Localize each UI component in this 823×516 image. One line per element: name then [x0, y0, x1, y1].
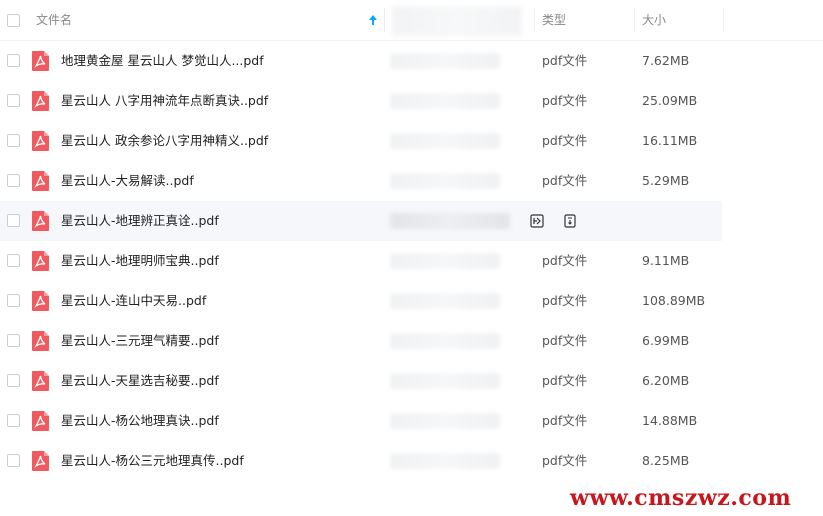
- file-type: pdf文件: [542, 253, 588, 268]
- row-checkbox[interactable]: [7, 294, 20, 307]
- row-checkbox[interactable]: [7, 254, 20, 267]
- file-name[interactable]: 星云山人-大易解读..pdf: [61, 161, 194, 201]
- row-checkbox[interactable]: [7, 94, 20, 107]
- file-row[interactable]: 星云山人-连山中天易..pdf pdf文件 108.89MB: [0, 281, 823, 321]
- file-name[interactable]: 星云山人 八字用神流年点断真诀..pdf: [61, 81, 268, 121]
- blurred-cell: [390, 413, 500, 429]
- file-type: pdf文件: [542, 53, 588, 68]
- file-name[interactable]: 星云山人-天星选吉秘要..pdf: [61, 361, 219, 401]
- select-all-checkbox[interactable]: [7, 14, 20, 27]
- download-icon[interactable]: [563, 214, 577, 228]
- file-list-header: 文件名 类型 大小: [0, 0, 823, 41]
- file-row[interactable]: 星云山人-大易解读..pdf pdf文件 5.29MB: [0, 161, 823, 201]
- pdf-file-icon: [32, 171, 49, 191]
- file-size: 6.20MB: [642, 373, 690, 388]
- file-type: pdf文件: [542, 133, 588, 148]
- pdf-file-icon: [32, 91, 49, 111]
- file-size: 9.11MB: [642, 253, 690, 268]
- blurred-cell: [390, 53, 500, 69]
- file-type: pdf文件: [542, 293, 588, 308]
- blurred-cell: [390, 133, 500, 149]
- blurred-cell: [390, 453, 500, 469]
- file-row[interactable]: 星云山人-地理明师宝典..pdf pdf文件 9.11MB: [0, 241, 823, 281]
- column-divider: [384, 8, 385, 32]
- pdf-file-icon: [32, 211, 49, 231]
- file-name[interactable]: 星云山人-杨公三元地理真传..pdf: [61, 441, 244, 481]
- file-row[interactable]: 星云山人 政余参论八字用神精义..pdf pdf文件 16.11MB: [0, 121, 823, 161]
- file-size: 16.11MB: [642, 133, 698, 148]
- file-name[interactable]: 星云山人-地理明师宝典..pdf: [61, 241, 219, 281]
- file-name[interactable]: 星云山人-连山中天易..pdf: [61, 281, 206, 321]
- file-type: pdf文件: [542, 93, 588, 108]
- pdf-file-icon: [32, 371, 49, 391]
- row-checkbox[interactable]: [7, 414, 20, 427]
- row-checkbox[interactable]: [7, 174, 20, 187]
- file-type: pdf文件: [542, 413, 588, 428]
- share-icon[interactable]: [530, 214, 544, 228]
- column-divider: [723, 8, 724, 32]
- row-checkbox[interactable]: [7, 454, 20, 467]
- file-row-hovered[interactable]: 星云山人-地理辨正真诠..pdf: [0, 201, 722, 241]
- file-row[interactable]: 星云山人-杨公三元地理真传..pdf pdf文件 8.25MB: [0, 441, 823, 481]
- blurred-cell: [390, 93, 500, 109]
- site-watermark: www.cmszwz.com: [570, 485, 792, 511]
- file-row[interactable]: 星云山人-天星选吉秘要..pdf pdf文件 6.20MB: [0, 361, 823, 401]
- file-type: pdf文件: [542, 373, 588, 388]
- row-checkbox[interactable]: [7, 374, 20, 387]
- pdf-file-icon: [32, 51, 49, 71]
- file-type: pdf文件: [542, 453, 588, 468]
- pdf-file-icon: [32, 131, 49, 151]
- file-size: 14.88MB: [642, 413, 698, 428]
- row-checkbox[interactable]: [7, 134, 20, 147]
- file-name[interactable]: 星云山人-三元理气精要..pdf: [61, 321, 219, 361]
- file-size: 7.62MB: [642, 53, 690, 68]
- sort-ascending-icon[interactable]: [368, 14, 378, 26]
- pdf-file-icon: [32, 291, 49, 311]
- pdf-file-icon: [32, 411, 49, 431]
- file-name[interactable]: 星云山人 政余参论八字用神精义..pdf: [61, 121, 268, 161]
- blurred-cell: [390, 293, 500, 309]
- blurred-cell: [390, 173, 500, 189]
- file-row[interactable]: 地理黄金屋 星云山人 梦觉山人...pdf pdf文件 7.62MB: [0, 41, 823, 81]
- file-size: 5.29MB: [642, 173, 690, 188]
- pdf-file-icon: [32, 251, 49, 271]
- file-size: 108.89MB: [642, 293, 706, 308]
- file-row[interactable]: 星云山人 八字用神流年点断真诀..pdf pdf文件 25.09MB: [0, 81, 823, 121]
- file-row[interactable]: 星云山人-三元理气精要..pdf pdf文件 6.99MB: [0, 321, 823, 361]
- file-type: pdf文件: [542, 173, 588, 188]
- file-size: 8.25MB: [642, 453, 690, 468]
- file-type: pdf文件: [542, 333, 588, 348]
- file-name[interactable]: 星云山人-杨公地理真诀..pdf: [61, 401, 219, 441]
- column-header-name[interactable]: 文件名: [36, 0, 72, 40]
- column-header-size[interactable]: 大小: [642, 0, 666, 40]
- blurred-cell: [390, 333, 500, 349]
- blurred-column-header: [392, 6, 522, 36]
- blurred-cell: [390, 373, 500, 389]
- pdf-file-icon: [32, 331, 49, 351]
- file-size: 25.09MB: [642, 93, 698, 108]
- row-checkbox[interactable]: [7, 334, 20, 347]
- blurred-cell: [390, 253, 500, 269]
- file-name[interactable]: 地理黄金屋 星云山人 梦觉山人...pdf: [61, 41, 264, 81]
- column-divider: [634, 8, 635, 32]
- column-header-type[interactable]: 类型: [542, 0, 566, 40]
- column-divider: [534, 8, 535, 32]
- file-row[interactable]: 星云山人-杨公地理真诀..pdf pdf文件 14.88MB: [0, 401, 823, 441]
- file-size: 6.99MB: [642, 333, 690, 348]
- pdf-file-icon: [32, 451, 49, 471]
- row-checkbox[interactable]: [7, 214, 20, 227]
- blurred-cell: [390, 213, 510, 229]
- file-name[interactable]: 星云山人-地理辨正真诠..pdf: [61, 201, 219, 241]
- row-checkbox[interactable]: [7, 54, 20, 67]
